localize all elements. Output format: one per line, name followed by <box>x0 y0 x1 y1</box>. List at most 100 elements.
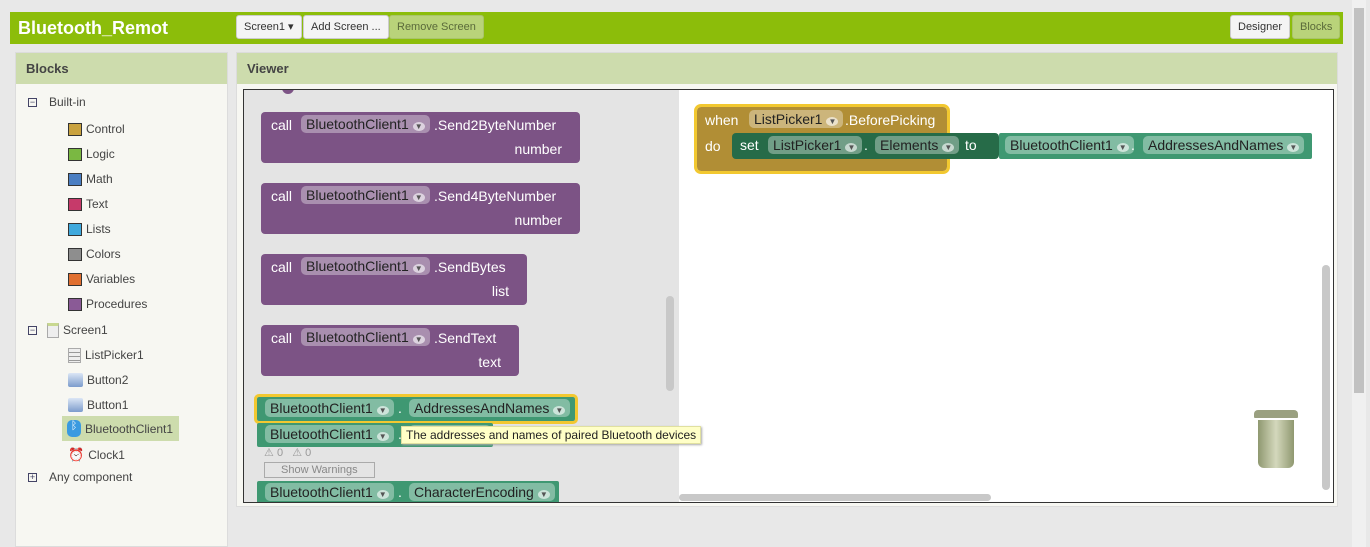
arg-label: list <box>491 283 509 299</box>
button-icon <box>68 373 83 387</box>
blocks-workspace[interactable]: call BluetoothClient1 ▼ .Send2ByteNumber … <box>243 89 1334 503</box>
builtin-colors[interactable]: Colors <box>68 245 121 263</box>
tree-screen1[interactable]: − Screen1 <box>28 321 108 339</box>
component-dropdown[interactable]: BluetoothClient1 ▼ <box>265 425 394 443</box>
builtin-variables[interactable]: Variables <box>68 270 135 288</box>
color-swatch-icon <box>68 247 82 261</box>
tree-builtin[interactable]: − Built-in <box>28 93 86 111</box>
tree-label: Procedures <box>86 297 148 311</box>
collapse-icon[interactable]: − <box>28 325 37 335</box>
component-bluetoothclient1[interactable]: ᛒ BluetoothClient1 <box>62 416 180 441</box>
listpicker-icon <box>68 347 81 363</box>
flyout-scrollbar[interactable] <box>666 296 674 391</box>
builtin-lists[interactable]: Lists <box>68 220 111 238</box>
method-label: .Send2ByteNumber <box>434 117 557 133</box>
page-scrollbar[interactable] <box>1352 0 1366 547</box>
error-icon: ⚠ <box>292 447 303 459</box>
warning-icon: ⚠ <box>264 447 274 459</box>
builtin-math[interactable]: Math <box>68 170 113 188</box>
show-warnings-button[interactable]: Show Warnings <box>264 462 375 478</box>
component-dropdown[interactable]: ListPicker1 ▼ <box>749 110 844 128</box>
method-label: .SendText <box>434 330 497 346</box>
call-block[interactable]: call BluetoothClient1 ▼ .Send2ByteNumber … <box>261 112 580 163</box>
getter-block[interactable]: BluetoothClient1 ▼ . AddressesAndNames ▼ <box>254 394 578 424</box>
dot: . <box>864 137 868 153</box>
do-label: do <box>705 138 721 154</box>
call-block[interactable]: call BluetoothClient1 ▼ .Send4ByteNumber … <box>261 183 580 234</box>
property-dropdown[interactable]: Elements ▼ <box>875 136 960 154</box>
color-swatch-icon <box>68 222 82 236</box>
tree-label: Button2 <box>87 373 129 387</box>
tree-label: BluetoothClient1 <box>85 421 174 436</box>
tooltip: The addresses and names of paired Blueto… <box>401 426 702 444</box>
color-swatch-icon <box>68 172 82 186</box>
call-label: call <box>271 188 293 204</box>
call-block[interactable]: call BluetoothClient1 ▼ .SendBytes list <box>261 254 527 305</box>
expand-icon[interactable]: + <box>28 472 37 482</box>
builtin-text[interactable]: Text <box>68 195 108 213</box>
builtin-control[interactable]: Control <box>68 120 125 138</box>
designer-button[interactable]: Designer <box>1230 15 1291 39</box>
component-dropdown[interactable]: BluetoothClient1 ▼ <box>265 399 394 417</box>
color-swatch-icon <box>68 122 82 136</box>
color-swatch-icon <box>68 272 82 286</box>
blocks-button[interactable]: Blocks <box>1292 15 1341 39</box>
tree-label: ListPicker1 <box>85 348 144 362</box>
component-dropdown[interactable]: BluetoothClient1 ▼ <box>1005 136 1134 154</box>
component-dropdown[interactable]: BluetoothClient1 ▼ <box>301 186 430 204</box>
call-block[interactable]: call BluetoothClient1 ▼ .SendText text <box>261 325 519 376</box>
component-button2[interactable]: Button2 <box>68 371 128 389</box>
builtin-procedures[interactable]: Procedures <box>68 295 147 313</box>
tree-label: Logic <box>86 147 115 161</box>
getter-block[interactable]: BluetoothClient1 ▼ . AddressesAndNames ▼ <box>999 133 1312 159</box>
arg-label: number <box>514 212 562 228</box>
collapse-icon[interactable]: − <box>28 97 37 107</box>
when-label: when <box>705 112 739 128</box>
call-label: call <box>271 259 293 275</box>
arg-label: text <box>478 354 501 370</box>
property-dropdown[interactable]: CharacterEncoding ▼ <box>409 483 555 501</box>
color-swatch-icon <box>68 147 82 161</box>
to-label: to <box>965 137 977 153</box>
tree-label: Built-in <box>49 95 86 109</box>
component-dropdown[interactable]: BluetoothClient1 ▼ <box>301 328 430 346</box>
component-dropdown[interactable]: BluetoothClient1 ▼ <box>301 257 430 275</box>
warnings-indicator[interactable]: ⚠ 0 ⚠ 0 Show Warnings <box>264 446 375 478</box>
trash-icon[interactable] <box>1254 410 1298 468</box>
dot: . <box>1131 137 1135 153</box>
getter-block[interactable]: BluetoothClient1 ▼ . CharacterEncoding ▼ <box>257 481 559 502</box>
viewer-title: Viewer <box>237 53 1337 84</box>
property-dropdown[interactable]: AddressesAndNames ▼ <box>409 399 571 417</box>
tree-label: Screen1 <box>63 323 108 337</box>
set-label: set <box>740 137 759 153</box>
blocks-panel: Blocks − Built-in Control Logic Math Text Lis… <box>15 52 228 547</box>
set-component-dropdown[interactable]: ListPicker1 ▼ <box>768 136 863 154</box>
component-dropdown[interactable]: BluetoothClient1 ▼ <box>265 483 394 501</box>
remove-screen-button[interactable]: Remove Screen <box>389 15 484 39</box>
tree-label: Button1 <box>87 398 129 412</box>
blocks-panel-title: Blocks <box>16 53 227 84</box>
component-dropdown[interactable]: BluetoothClient1 ▼ <box>301 115 430 133</box>
component-clock1[interactable]: ⏰ Clock1 <box>68 446 125 464</box>
error-count: 0 <box>305 447 312 459</box>
add-screen-button[interactable]: Add Screen ... <box>303 15 389 39</box>
vertical-scrollbar[interactable] <box>1322 265 1330 490</box>
builtin-logic[interactable]: Logic <box>68 145 115 163</box>
method-label: .Send4ByteNumber <box>434 188 557 204</box>
bluetooth-icon: ᛒ <box>67 420 81 437</box>
tree-any-component[interactable]: + Any component <box>28 468 132 486</box>
clock-icon: ⏰ <box>68 447 85 462</box>
block-fragment <box>282 90 294 94</box>
screen-dropdown[interactable]: Screen1 ▾ <box>236 15 302 39</box>
set-block[interactable]: set ListPicker1 ▼ . Elements ▼ to <box>732 133 999 159</box>
app-title: Bluetooth_Remot <box>18 18 168 38</box>
method-label: .SendBytes <box>434 259 506 275</box>
component-listpicker1[interactable]: ListPicker1 <box>68 346 144 364</box>
component-button1[interactable]: Button1 <box>68 396 128 414</box>
dot: . <box>398 400 402 416</box>
property-dropdown[interactable]: AddressesAndNames ▼ <box>1143 136 1305 154</box>
tree-label: Variables <box>86 272 136 286</box>
dot: . <box>398 484 402 500</box>
tree-label: Colors <box>86 247 121 261</box>
horizontal-scrollbar[interactable] <box>679 494 991 501</box>
